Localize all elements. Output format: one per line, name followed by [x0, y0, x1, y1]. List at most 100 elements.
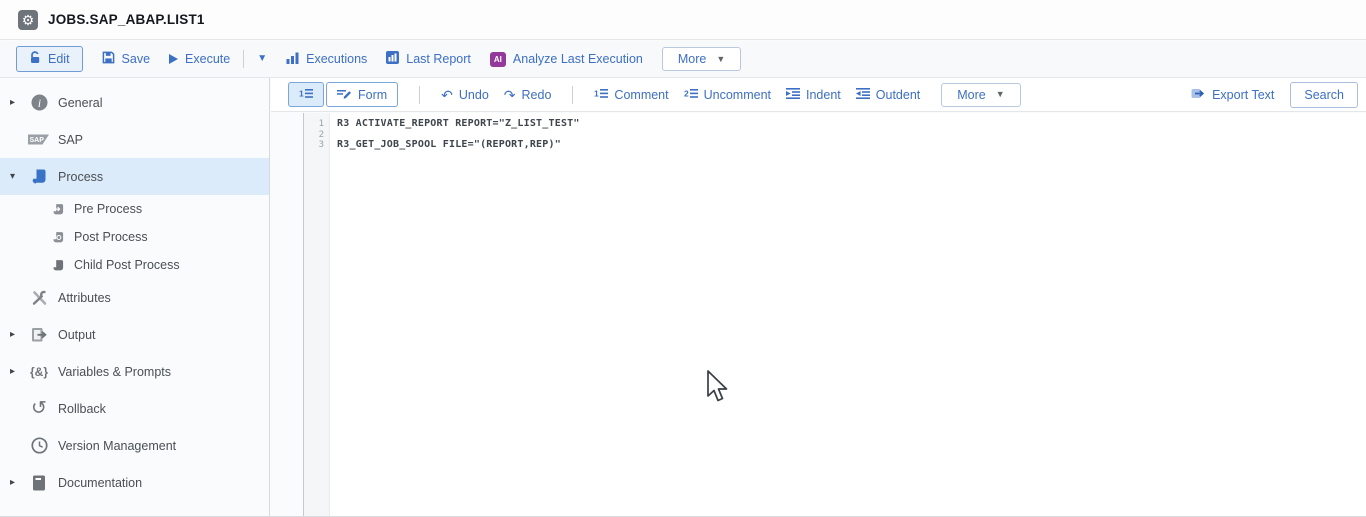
- collapse-arrow-icon[interactable]: ▾: [10, 171, 24, 182]
- code-editor[interactable]: 1 2 3 R3 ACTIVATE_REPORT REPORT="Z_LIST_…: [303, 113, 1366, 516]
- line-number: 2: [318, 129, 324, 140]
- outdent-icon: [855, 87, 870, 102]
- page-title: JOBS.SAP_ABAP.LIST1: [48, 12, 205, 27]
- last-report-button[interactable]: Last Report: [386, 51, 471, 67]
- info-icon: i: [28, 94, 50, 111]
- tools-icon: [28, 290, 50, 306]
- line-number: 1: [318, 119, 324, 129]
- more-label: More: [957, 87, 986, 102]
- form-label: Form: [358, 87, 388, 102]
- sidebar-item-process[interactable]: ▾ Process: [0, 158, 269, 195]
- sidebar-item-label: Attributes: [58, 290, 111, 305]
- sidebar-item-attributes[interactable]: Attributes: [0, 279, 269, 316]
- export-icon: [1191, 87, 1206, 103]
- sidebar-item-label: SAP: [58, 132, 84, 147]
- sidebar-item-label: Process: [58, 169, 104, 184]
- redo-button[interactable]: ↷ Redo: [504, 88, 552, 102]
- chevron-down-icon: ▼: [716, 53, 726, 64]
- line-number-gutter: 1 2 3: [304, 113, 330, 516]
- redo-icon: ↷: [503, 86, 516, 103]
- more-label: More: [677, 52, 707, 66]
- executions-label: Executions: [306, 52, 368, 66]
- sidebar-item-label: Output: [58, 327, 96, 342]
- sidebar-item-post-process[interactable]: Post Process: [0, 223, 269, 251]
- executions-button[interactable]: Executions: [286, 52, 367, 67]
- sidebar-item-documentation[interactable]: ▸ Documentation: [0, 464, 269, 501]
- save-label: Save: [121, 52, 151, 66]
- toolbar-divider: [572, 85, 574, 104]
- svg-text:2: 2: [684, 88, 689, 98]
- child-post-process-icon: [50, 259, 66, 272]
- sidebar-item-sap[interactable]: SAP SAP: [0, 121, 269, 158]
- svg-text:SAP: SAP: [30, 137, 45, 144]
- sidebar-item-label: Documentation: [58, 475, 143, 490]
- line-number: 3: [318, 140, 324, 151]
- edit-button[interactable]: Edit: [16, 46, 83, 72]
- code-line[interactable]: R3_GET_JOB_SPOOL FILE="(REPORT,REP)": [337, 140, 1366, 151]
- expand-arrow-icon[interactable]: ▸: [10, 477, 24, 488]
- undo-button[interactable]: ↶ Undo: [441, 88, 489, 102]
- main-toolbar: Edit Save Execute ▼ Executions Last Repo…: [0, 41, 1366, 78]
- sidebar-item-output[interactable]: ▸ Output: [0, 316, 269, 353]
- script-icon: [28, 168, 50, 185]
- comment-label: Comment: [614, 87, 669, 102]
- post-process-icon: [50, 231, 66, 244]
- source-view-button[interactable]: 1: [288, 82, 324, 107]
- search-button[interactable]: Search: [1290, 81, 1358, 108]
- sidebar-item-label: Rollback: [58, 401, 106, 416]
- sidebar-item-label: Post Process: [74, 230, 148, 244]
- analyze-last-execution-button[interactable]: AI Analyze Last Execution: [489, 51, 643, 67]
- svg-text:i: i: [37, 98, 40, 110]
- indent-icon: [786, 87, 800, 102]
- execute-dropdown-button[interactable]: ▼: [257, 54, 267, 64]
- comment-button[interactable]: 1 Comment: [594, 88, 668, 102]
- editor-more-button[interactable]: More ▼: [941, 82, 1021, 107]
- report-icon: [386, 51, 400, 67]
- sap-icon: SAP: [28, 134, 50, 145]
- sidebar-item-general[interactable]: ▸ i General: [0, 84, 269, 121]
- process-gear-icon: ⚙: [18, 9, 38, 30]
- lock-icon: [29, 51, 41, 67]
- sidebar-item-version-management[interactable]: Version Management: [0, 427, 269, 464]
- svg-text:1: 1: [299, 88, 304, 98]
- navigation-sidebar: ▸ i General SAP SAP ▾ Process Pre Proces…: [0, 78, 270, 516]
- redo-label: Redo: [521, 87, 552, 102]
- export-text-button[interactable]: Export Text: [1191, 87, 1274, 103]
- save-button[interactable]: Save: [102, 51, 151, 67]
- window-header: ⚙ JOBS.SAP_ABAP.LIST1: [0, 0, 1366, 40]
- view-toggle-group: 1 Form: [288, 82, 399, 107]
- sidebar-item-label: Pre Process: [74, 202, 143, 216]
- save-icon: [102, 51, 115, 67]
- source-lines-icon: 1: [299, 88, 313, 102]
- expand-arrow-icon[interactable]: ▸: [10, 366, 24, 377]
- undo-icon: ↶: [441, 86, 453, 103]
- form-view-button[interactable]: Form: [326, 82, 399, 107]
- indent-label: Indent: [806, 87, 841, 102]
- execute-label: Execute: [185, 52, 231, 66]
- sidebar-item-pre-process[interactable]: Pre Process: [0, 195, 269, 223]
- mouse-cursor-icon: [705, 369, 729, 410]
- sidebar-item-label: General: [58, 95, 103, 110]
- chevron-down-icon: ▼: [257, 53, 268, 64]
- sidebar-item-label: Child Post Process: [74, 258, 180, 272]
- expand-arrow-icon[interactable]: ▸: [10, 329, 24, 340]
- code-line[interactable]: R3 ACTIVATE_REPORT REPORT="Z_LIST_TEST": [337, 118, 1366, 130]
- sidebar-item-rollback[interactable]: ↺ Rollback: [0, 390, 269, 427]
- bar-chart-icon: [286, 52, 299, 67]
- expand-arrow-icon[interactable]: ▸: [10, 97, 24, 108]
- pre-process-icon: [50, 203, 66, 216]
- code-area[interactable]: R3 ACTIVATE_REPORT REPORT="Z_LIST_TEST" …: [330, 113, 1366, 516]
- sidebar-item-label: Version Management: [58, 438, 177, 453]
- sidebar-item-variables-prompts[interactable]: ▸ {&} Variables & Prompts: [0, 353, 269, 390]
- outdent-button[interactable]: Outdent: [855, 87, 920, 102]
- document-icon: [28, 475, 50, 491]
- execute-button[interactable]: Execute: [169, 52, 230, 66]
- indent-button[interactable]: Indent: [786, 87, 841, 102]
- uncomment-button[interactable]: 2 Uncomment: [684, 88, 771, 102]
- edit-label: Edit: [48, 52, 70, 66]
- play-icon: [169, 54, 179, 64]
- sidebar-item-label: Variables & Prompts: [58, 364, 172, 379]
- sidebar-item-child-post-process[interactable]: Child Post Process: [0, 251, 269, 279]
- rollback-icon: ↺: [31, 398, 47, 419]
- main-more-button[interactable]: More ▼: [661, 47, 742, 71]
